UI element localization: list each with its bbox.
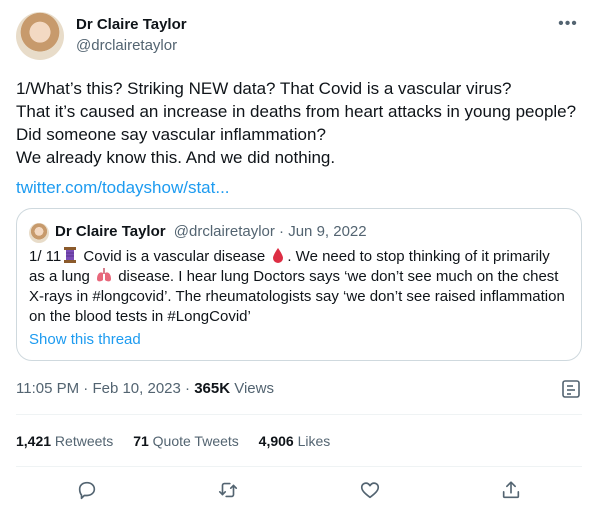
- author-avatar[interactable]: [16, 12, 64, 60]
- retweet-icon: [219, 482, 238, 498]
- tweet-date[interactable]: Feb 10, 2023: [92, 380, 180, 397]
- quoted-tweet-text: 1/ 11 Covid is a vascular disease . We n…: [29, 247, 577, 327]
- tweet-time[interactable]: 11:05 PM: [16, 380, 79, 397]
- retweets-label: Retweets: [51, 433, 114, 449]
- likes-stat[interactable]: 4,906 Likes: [259, 433, 331, 449]
- tweet-line: 1/What’s this? Striking NEW data? That C…: [16, 79, 512, 98]
- heart-icon: [360, 482, 379, 499]
- quoted-line-text: disease. I hear lung Doctors says ‘we do…: [114, 268, 559, 285]
- author-handle[interactable]: @drclairetaylor: [76, 37, 177, 54]
- quoted-author-handle: @drclairetaylor: [173, 223, 275, 240]
- lungs-icon: [97, 268, 112, 282]
- reply-button[interactable]: [69, 472, 105, 508]
- likes-label: Likes: [293, 433, 331, 449]
- quoted-line-text: 1/ 11: [29, 248, 62, 265]
- quote-tweets-label: Quote Tweets: [148, 433, 239, 449]
- tweet-detail: Dr Claire Taylor @drclairetaylor ••• 1/W…: [0, 0, 598, 516]
- quoted-line: on the blood tests in #LongCovid’: [29, 308, 251, 325]
- views-count: 365K: [194, 380, 231, 397]
- quote-tweets-stat[interactable]: 71 Quote Tweets: [133, 433, 239, 449]
- tweet-link[interactable]: twitter.com/todayshow/stat...: [16, 178, 230, 198]
- more-options-icon[interactable]: •••: [556, 12, 580, 36]
- divider: [16, 466, 582, 467]
- quoted-tweet-header: Dr Claire Taylor @drclairetaylor · Jun 9…: [55, 223, 367, 240]
- views-label: Views: [230, 380, 274, 397]
- engagement-stats: 1,421 Retweets 71 Quote Tweets 4,906 Lik…: [16, 433, 346, 449]
- tweet-meta: 11:05 PM · Feb 10, 2023 · 365K Views: [16, 380, 274, 397]
- quoted-line-text: as a lung: [29, 268, 95, 285]
- tweet-line: We already know this. And we did nothing…: [16, 148, 336, 167]
- divider: [16, 414, 582, 415]
- author-name[interactable]: Dr Claire Taylor: [76, 16, 187, 33]
- likes-count: 4,906: [258, 433, 294, 449]
- share-button[interactable]: [493, 472, 529, 508]
- quoted-line-text: . We need to stop thinking of it primari…: [287, 248, 550, 265]
- thread-spool-icon: [64, 247, 77, 263]
- like-button[interactable]: [352, 472, 388, 508]
- retweets-stat[interactable]: 1,421 Retweets: [16, 433, 113, 449]
- blood-drop-icon: [273, 248, 284, 263]
- retweet-button[interactable]: [210, 472, 246, 508]
- action-bar: [16, 472, 582, 508]
- quote-tweets-count: 71: [133, 433, 149, 449]
- retweets-count: 1,421: [16, 433, 52, 449]
- quoted-tweet[interactable]: Dr Claire Taylor @drclairetaylor · Jun 9…: [16, 208, 582, 361]
- show-thread-link[interactable]: Show this thread: [29, 331, 141, 348]
- quoted-line: X-rays in #longcovid’. The rheumatologis…: [29, 288, 565, 305]
- separator: ·: [79, 380, 93, 397]
- tweet-line: That it’s caused an increase in deaths f…: [16, 102, 577, 121]
- reply-icon: [78, 481, 95, 500]
- quoted-author-avatar: [29, 223, 49, 243]
- quoted-line: as a lung disease. I hear lung Doctors s…: [29, 267, 577, 287]
- quoted-line: 1/ 11 Covid is a vascular disease . We n…: [29, 247, 577, 267]
- tweet-line: Did someone say vascular inflammation?: [16, 125, 326, 144]
- tweet-text: 1/What’s this? Striking NEW data? That C…: [16, 77, 582, 169]
- analytics-icon[interactable]: [560, 378, 582, 400]
- quoted-author-name: Dr Claire Taylor: [55, 223, 166, 240]
- quoted-line-text: Covid is a vascular disease: [79, 248, 270, 265]
- share-icon: [503, 481, 520, 499]
- quoted-tweet-date: Jun 9, 2022: [288, 223, 367, 240]
- separator: ·: [274, 223, 289, 240]
- separator: ·: [180, 380, 195, 397]
